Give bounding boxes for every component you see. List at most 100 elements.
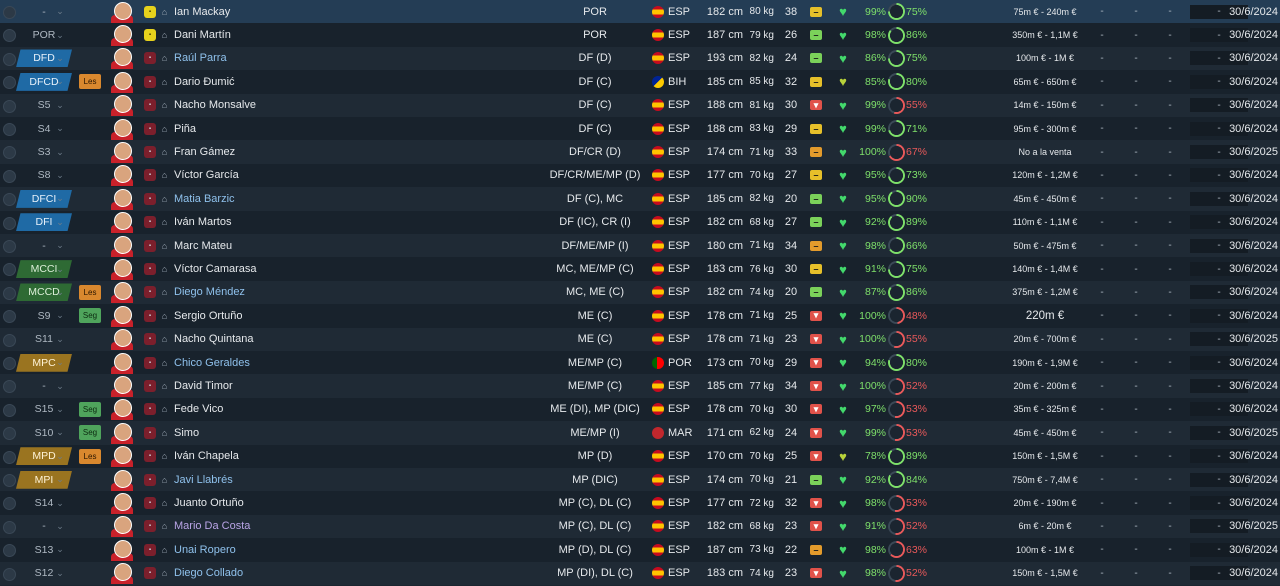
player-name[interactable]: David Timor xyxy=(174,374,394,397)
select-checkbox[interactable] xyxy=(3,520,16,534)
select-checkbox[interactable] xyxy=(3,99,16,113)
select-checkbox[interactable] xyxy=(3,357,16,370)
table-row[interactable]: S4 ⌄ ▪ ⌂ Piña DF (C) ESP 188 cm 83 kg 29– ♥ 99% 71% 9… xyxy=(0,117,1280,141)
chevron-down-icon[interactable]: ⌄ xyxy=(54,234,66,257)
select-checkbox[interactable] xyxy=(3,76,16,90)
chevron-down-icon[interactable]: ⌄ xyxy=(54,211,66,234)
table-row[interactable]: S10 ⌄ Seg ▪ ⌂ Simo ME/MP (I) MAR 171 cm 62 kg 24 ▾ ♥… xyxy=(0,421,1280,445)
chevron-down-icon[interactable]: ⌄ xyxy=(54,374,66,397)
chevron-down-icon[interactable]: ⌄ xyxy=(54,491,66,514)
player-name[interactable]: Nacho Monsalve xyxy=(174,94,394,117)
table-row[interactable]: S9 ⌄ Seg ▪ ⌂ Sergio Ortuño ME (C) ESP 178 cm 71 k… xyxy=(0,304,1280,328)
select-checkbox[interactable] xyxy=(3,497,16,511)
player-name[interactable]: Marc Mateu xyxy=(174,234,394,257)
player-name[interactable]: Mario Da Costa xyxy=(174,515,394,538)
player-name[interactable]: Piña xyxy=(174,117,394,140)
table-row[interactable]: MPI ⌄ ▪ ⌂ Javi Llabrés MP (DIC) ESP 174 cm 70 kg… xyxy=(0,468,1280,492)
table-row[interactable]: S3 ⌄ ▪ ⌂ Fran Gámez DF/CR (D) ESP 174 cm 71 kg 33… xyxy=(0,140,1280,164)
player-name[interactable]: Nacho Quintana xyxy=(174,328,394,351)
table-row[interactable]: DFI ⌄ ▪ ⌂ Iván Martos DF (IC), CR (I) ESP 182 c… xyxy=(0,210,1280,234)
select-checkbox[interactable] xyxy=(3,123,16,136)
table-row[interactable]: - ⌄ ▪ ⌂ Mario Da Costa MP (C), DL (C) ESP 182 c… xyxy=(0,514,1280,539)
player-name[interactable]: Fran Gámez xyxy=(174,140,394,163)
chevron-down-icon[interactable]: ⌄ xyxy=(54,538,66,561)
select-checkbox[interactable] xyxy=(3,216,16,230)
chevron-down-icon[interactable]: ⌄ xyxy=(54,187,66,210)
select-checkbox[interactable] xyxy=(3,286,16,300)
player-name[interactable]: Diego Collado xyxy=(174,562,394,585)
select-checkbox[interactable] xyxy=(3,193,16,207)
table-row[interactable]: MCCI ⌄ ▪ ⌂ Víctor Camarasa MC, ME/MP (C) ESP 18… xyxy=(0,257,1280,281)
player-name[interactable]: Chico Geraldes xyxy=(174,351,394,374)
table-row[interactable]: POR ⌄ ▪ ⌂ Dani Martín POR ESP 187 cm 79 kg 26– ♥ 98… xyxy=(0,23,1280,47)
chevron-down-icon[interactable]: ⌄ xyxy=(54,351,66,374)
table-row[interactable]: S13 ⌄ ▪ ⌂ Unai Ropero MP (D), DL (C) ESP 187 cm… xyxy=(0,538,1280,562)
player-name[interactable]: Diego Méndez xyxy=(174,281,394,304)
player-name[interactable]: Juanto Ortuño xyxy=(174,491,394,514)
table-row[interactable]: - ⌄ ▪ ⌂ Marc Mateu DF/ME/MP (I) ESP 180 cm 71 kg… xyxy=(0,234,1280,258)
table-row[interactable]: S14 ⌄ ▪ ⌂ Juanto Ortuño MP (C), DL (C) ESP 177 … xyxy=(0,491,1280,515)
select-checkbox[interactable] xyxy=(3,427,16,441)
table-row[interactable]: S11 ⌄ ▪ ⌂ Nacho Quintana ME (C) ESP 178 cm 71 kg… xyxy=(0,327,1280,351)
player-name[interactable]: Fede Vico xyxy=(174,398,394,421)
chevron-down-icon[interactable]: ⌄ xyxy=(54,445,66,468)
select-checkbox[interactable] xyxy=(3,474,16,487)
player-name[interactable]: Dani Martín xyxy=(174,23,394,46)
table-row[interactable]: DFCD ⌄ Les ▪ ⌂ Dario Đumić DF (C) BIH 185 cm 85 k… xyxy=(0,70,1280,94)
chevron-down-icon[interactable]: ⌄ xyxy=(54,140,66,163)
table-row[interactable]: - ⌄ ▪ ⌂ David Timor ME/MP (C) ESP 185 cm 77 kg 34… xyxy=(0,374,1280,398)
chevron-down-icon[interactable]: ⌄ xyxy=(54,94,66,117)
chevron-down-icon[interactable]: ⌄ xyxy=(54,70,66,93)
select-checkbox[interactable] xyxy=(3,544,16,558)
chevron-down-icon[interactable]: ⌄ xyxy=(54,47,66,70)
player-name[interactable]: Javi Llabrés xyxy=(174,468,394,491)
player-name[interactable]: Ian Mackay xyxy=(174,0,394,23)
select-checkbox[interactable] xyxy=(3,403,16,417)
chevron-down-icon[interactable]: ⌄ xyxy=(54,23,66,46)
player-name[interactable]: Iván Chapela xyxy=(174,445,394,468)
player-name[interactable]: Matia Barzic xyxy=(174,187,394,210)
select-checkbox[interactable] xyxy=(3,380,16,394)
player-name[interactable]: Sergio Ortuño xyxy=(174,304,394,327)
chevron-down-icon[interactable]: ⌄ xyxy=(54,515,66,538)
select-checkbox[interactable] xyxy=(3,333,16,347)
chevron-down-icon[interactable]: ⌄ xyxy=(54,304,66,327)
player-name[interactable]: Víctor García xyxy=(174,164,394,187)
select-checkbox[interactable] xyxy=(3,52,16,66)
chevron-down-icon[interactable]: ⌄ xyxy=(54,281,66,304)
table-row[interactable]: MCCD ⌄ Les ▪ ⌂ Diego Méndez MC, ME (C) ESP 182 c… xyxy=(0,280,1280,305)
player-name[interactable]: Unai Ropero xyxy=(174,538,394,561)
table-row[interactable]: S8 ⌄ ▪ ⌂ Víctor García DF/CR/ME/MP (D) ESP 177 … xyxy=(0,163,1280,188)
select-checkbox[interactable] xyxy=(3,6,16,19)
table-row[interactable]: S15 ⌄ Seg ▪ ⌂ Fede Vico ME (DI), MP (DIC) ESP 17… xyxy=(0,397,1280,422)
player-name[interactable]: Iván Martos xyxy=(174,211,394,234)
chevron-down-icon[interactable]: ⌄ xyxy=(54,562,66,585)
chevron-down-icon[interactable]: ⌄ xyxy=(54,0,66,23)
table-row[interactable]: DFCI ⌄ ▪ ⌂ Matia Barzic DF (C), MC ESP 185 cm 82… xyxy=(0,187,1280,211)
chevron-down-icon[interactable]: ⌄ xyxy=(54,328,66,351)
chevron-down-icon[interactable]: ⌄ xyxy=(54,117,66,140)
table-row[interactable]: MPD ⌄ Les ▪ ⌂ Iván Chapela MP (D) ESP 170 cm 70 k… xyxy=(0,444,1280,468)
player-name[interactable]: Raúl Parra xyxy=(174,47,394,70)
table-row[interactable]: DFD ⌄ ▪ ⌂ Raúl Parra DF (D) ESP 193 cm 82 kg 24– ♥… xyxy=(0,46,1280,71)
select-checkbox[interactable] xyxy=(3,240,16,253)
table-row[interactable]: S5 ⌄ ▪ ⌂ Nacho Monsalve DF (C) ESP 188 cm 81 kg 3… xyxy=(0,93,1280,117)
select-checkbox[interactable] xyxy=(3,29,16,43)
player-name[interactable]: Simo xyxy=(174,421,394,444)
table-row[interactable]: - ⌄ ▪ ⌂ Ian Mackay POR ESP 182 cm 80 kg 38 – ♥ 99% 75… xyxy=(0,0,1280,24)
select-checkbox[interactable] xyxy=(3,169,16,183)
select-checkbox[interactable] xyxy=(3,146,16,160)
select-checkbox[interactable] xyxy=(3,263,16,277)
select-checkbox[interactable] xyxy=(3,450,16,464)
table-row[interactable]: MPC ⌄ ▪ ⌂ Chico Geraldes ME/MP (C) POR 173 cm 70… xyxy=(0,351,1280,375)
table-row[interactable]: S12 ⌄ ▪ ⌂ Diego Collado MP (DI), DL (C) ESP 183… xyxy=(0,561,1280,585)
player-name[interactable]: Dario Đumić xyxy=(174,70,394,93)
player-name[interactable]: Víctor Camarasa xyxy=(174,257,394,280)
chevron-down-icon[interactable]: ⌄ xyxy=(54,421,66,444)
select-checkbox[interactable] xyxy=(3,567,16,581)
chevron-down-icon[interactable]: ⌄ xyxy=(54,164,66,187)
chevron-down-icon[interactable]: ⌄ xyxy=(54,257,66,280)
chevron-down-icon[interactable]: ⌄ xyxy=(54,398,66,421)
chevron-down-icon[interactable]: ⌄ xyxy=(54,468,66,491)
select-checkbox[interactable] xyxy=(3,310,16,324)
